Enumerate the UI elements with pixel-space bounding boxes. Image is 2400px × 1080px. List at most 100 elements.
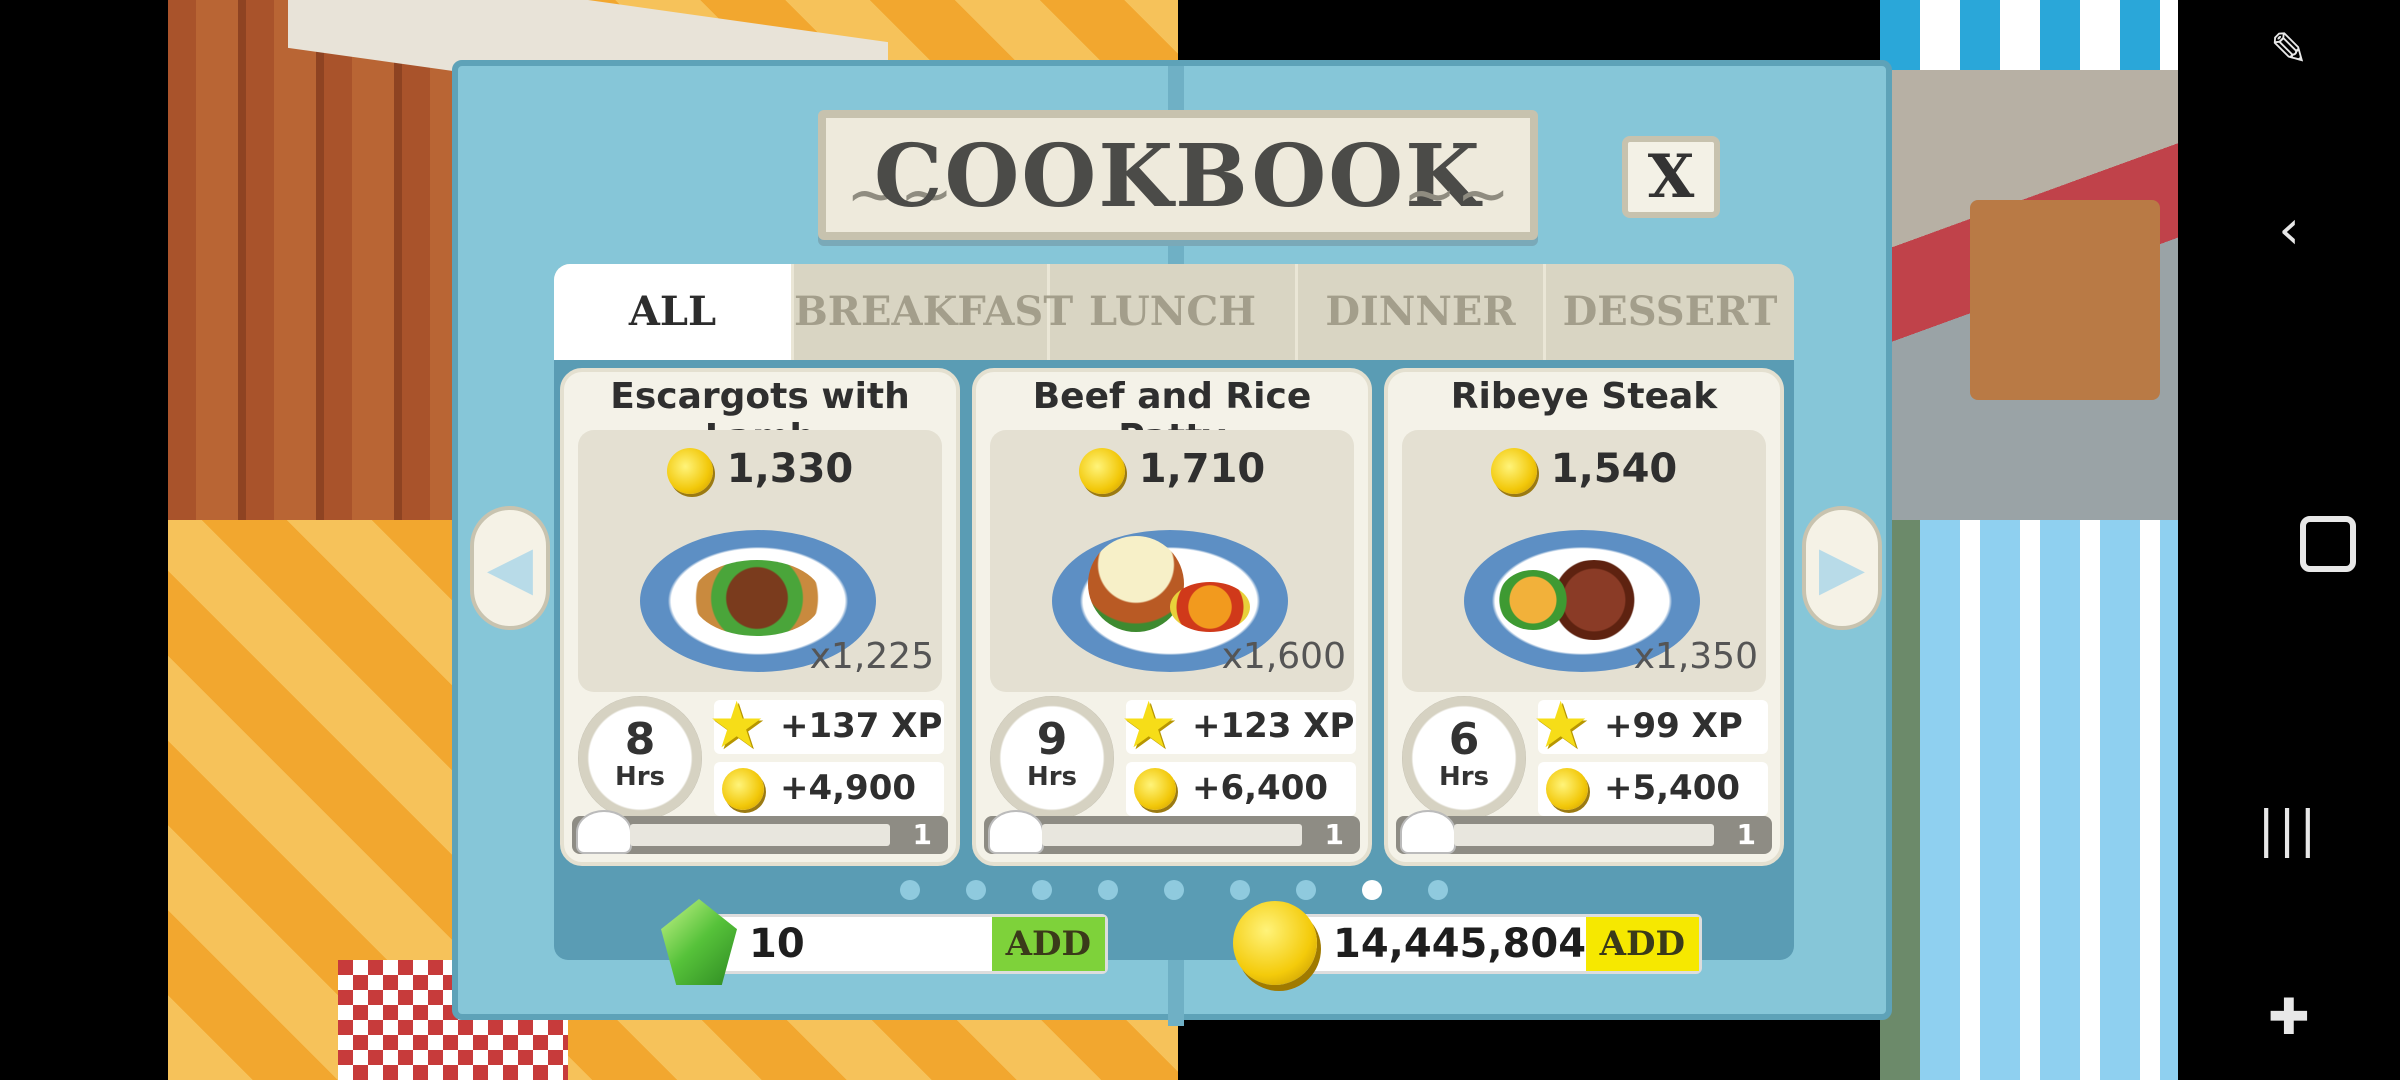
- back-icon[interactable]: ‹: [2178, 198, 2400, 261]
- xp-reward: ★ +123 XP: [1120, 694, 1356, 758]
- page-dot[interactable]: [1230, 880, 1250, 900]
- page-dot[interactable]: [1032, 880, 1052, 900]
- coin-icon: [1078, 448, 1125, 494]
- clock-icon: 8 Hrs: [578, 696, 702, 820]
- recipe-card[interactable]: Beef and Rice Patty 1,710 x1,600 9 Hrs ★…: [972, 368, 1372, 866]
- tab-lunch[interactable]: LUNCH: [1050, 264, 1298, 360]
- mastery-progress: 1: [572, 810, 948, 854]
- vegetable-stall: [1970, 200, 2160, 400]
- page-dot[interactable]: [1164, 880, 1184, 900]
- mastery-bar: [630, 824, 890, 846]
- screen-record-icon[interactable]: ✎: [2178, 22, 2400, 76]
- coin-reward-value: +6,400: [1192, 768, 1329, 808]
- cook-time-unit: Hrs: [1026, 762, 1078, 792]
- star-icon: ★: [708, 689, 766, 763]
- xp-value: +123 XP: [1192, 706, 1355, 746]
- tab-dinner[interactable]: DINNER: [1298, 264, 1546, 360]
- cook-time-unit: Hrs: [614, 762, 666, 792]
- cook-time: 6: [1448, 714, 1480, 765]
- recipe-panel: Escargots with Lamb 1,330 x1,225 8 Hrs ★…: [554, 360, 1794, 960]
- gem-counter: 10 ADD: [661, 899, 1108, 985]
- tab-breakfast[interactable]: BREAKFAST: [794, 264, 1073, 360]
- page-dot[interactable]: [1362, 880, 1382, 900]
- vegetables-icon: [1498, 570, 1568, 630]
- xp-reward: ★ +137 XP: [708, 694, 944, 758]
- star-icon: ★: [1532, 689, 1590, 763]
- servings-count: x1,350: [1633, 636, 1758, 677]
- mastery-level: 1: [1324, 818, 1344, 851]
- page-dot[interactable]: [1098, 880, 1118, 900]
- recipe-cost: 1,330: [578, 446, 942, 494]
- cookbook-dialog: ~~ COOKBOOK ~~ X ALL BREAKFAST LUNCH DIN…: [452, 60, 1892, 1026]
- recipe-cost-value: 1,330: [726, 446, 854, 492]
- chef-hat-icon: [1400, 810, 1456, 854]
- cook-time: 9: [1036, 714, 1068, 765]
- servings-count: x1,600: [1221, 636, 1346, 677]
- xp-value: +137 XP: [780, 706, 943, 746]
- coin-reward: +4,900: [714, 762, 944, 816]
- cook-time: 8: [624, 714, 656, 765]
- omelette-icon: [1170, 582, 1250, 632]
- xp-value: +99 XP: [1604, 706, 1743, 746]
- recipe-card[interactable]: Ribeye Steak 1,540 x1,350 6 Hrs ★ +99 XP: [1384, 368, 1784, 866]
- mastery-level: 1: [912, 818, 932, 851]
- coin-icon: [722, 768, 764, 810]
- coin-reward: +6,400: [1126, 762, 1356, 816]
- page-indicator: [554, 880, 1794, 900]
- mastery-level: 1: [1736, 818, 1756, 851]
- next-page-button[interactable]: ▶: [1802, 506, 1882, 630]
- tab-dessert[interactable]: DESSERT: [1546, 264, 1794, 360]
- clock-icon: 9 Hrs: [990, 696, 1114, 820]
- shop-awning: [1880, 0, 2180, 70]
- xp-reward: ★ +99 XP: [1532, 694, 1768, 758]
- page-dot[interactable]: [1296, 880, 1316, 900]
- cook-time-unit: Hrs: [1438, 762, 1490, 792]
- close-button[interactable]: X: [1622, 136, 1720, 218]
- home-icon[interactable]: [2300, 516, 2356, 572]
- add-gems-button[interactable]: ADD: [991, 917, 1105, 971]
- servings-count: x1,225: [809, 636, 934, 677]
- mastery-progress: 1: [984, 810, 1360, 854]
- restaurant-window: [1920, 520, 2180, 1080]
- coin-reward-value: +4,900: [780, 768, 917, 808]
- recipe-cost: 1,540: [1402, 446, 1766, 494]
- coin-counter: 14,445,804 ADD: [1233, 901, 1702, 985]
- recipe-name: Ribeye Steak: [1450, 376, 1718, 417]
- mastery-bar: [1042, 824, 1302, 846]
- tab-all[interactable]: ALL: [554, 264, 794, 360]
- recipe-cost-value: 1,540: [1550, 446, 1678, 492]
- page-dot[interactable]: [900, 880, 920, 900]
- coin-reward-value: +5,400: [1604, 768, 1741, 808]
- system-navigation-bar: ✎ ‹ ||| ✚: [2178, 0, 2400, 1080]
- category-tabs: ALL BREAKFAST LUNCH DINNER DESSERT: [554, 264, 1794, 360]
- escargots-dish-icon: [692, 560, 822, 636]
- recipe-cost: 1,710: [990, 446, 1354, 494]
- mastery-bar: [1454, 824, 1714, 846]
- previous-page-button[interactable]: ◀: [470, 506, 550, 630]
- add-coins-button[interactable]: ADD: [1585, 917, 1699, 971]
- chef-hat-icon: [576, 810, 632, 854]
- coin-amount: 14,445,804: [1333, 921, 1587, 967]
- game-controller-icon[interactable]: ✚: [2178, 988, 2400, 1046]
- page-dot[interactable]: [1428, 880, 1448, 900]
- star-icon: ★: [1120, 689, 1178, 763]
- coin-reward: +5,400: [1538, 762, 1768, 816]
- coin-icon: [1134, 768, 1176, 810]
- swirl-ornament-right-icon: ~~: [1402, 158, 1510, 232]
- rice-patty-icon: [1088, 536, 1184, 632]
- coin-stack-icon: [1233, 901, 1317, 985]
- recipe-image-area: 1,710 x1,600: [990, 430, 1354, 692]
- clock-icon: 6 Hrs: [1402, 696, 1526, 820]
- coin-icon: [1490, 448, 1537, 494]
- recipe-card[interactable]: Escargots with Lamb 1,330 x1,225 8 Hrs ★…: [560, 368, 960, 866]
- game-background-right: [1880, 0, 2180, 1080]
- recipe-cost-value: 1,710: [1138, 446, 1266, 492]
- coin-icon: [1546, 768, 1588, 810]
- gem-amount: 10: [749, 921, 805, 967]
- recipe-image-area: 1,330 x1,225: [578, 430, 942, 692]
- recipe-image-area: 1,540 x1,350: [1402, 430, 1766, 692]
- title-banner: ~~ COOKBOOK ~~: [818, 110, 1538, 240]
- recent-apps-icon[interactable]: |||: [2178, 800, 2400, 858]
- mastery-progress: 1: [1396, 810, 1772, 854]
- page-dot[interactable]: [966, 880, 986, 900]
